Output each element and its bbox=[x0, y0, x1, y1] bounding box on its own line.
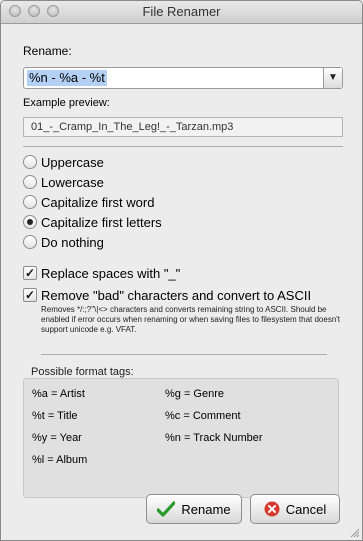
dropdown-arrow-icon[interactable]: ▼ bbox=[323, 68, 342, 88]
checkmark-icon[interactable]: ✓ bbox=[23, 266, 37, 280]
close-window-button[interactable] bbox=[9, 5, 21, 17]
remove-bad-chars-description: Removes */:;?"\|<> characters and conver… bbox=[41, 305, 341, 334]
radio-button-icon[interactable] bbox=[23, 175, 37, 189]
checkbox-label: Replace spaces with "_" bbox=[41, 266, 181, 281]
radio-button-selected-icon[interactable] bbox=[23, 215, 37, 229]
title-bar: File Renamer bbox=[1, 1, 362, 24]
format-tag: %c = Comment bbox=[165, 410, 241, 422]
rename-button[interactable]: Rename bbox=[146, 494, 242, 524]
file-renamer-window: File Renamer Rename: %n - %a - %t ▼ Exam… bbox=[0, 0, 363, 541]
cancel-red-icon bbox=[264, 501, 280, 517]
checkmark-icon[interactable]: ✓ bbox=[23, 288, 37, 302]
rename-pattern-combobox[interactable]: %n - %a - %t ▼ bbox=[23, 67, 343, 89]
radio-button-icon[interactable] bbox=[23, 195, 37, 209]
preview-label: Example preview: bbox=[23, 97, 110, 109]
dialog-content: Rename: %n - %a - %t ▼ Example preview: … bbox=[1, 24, 362, 540]
cancel-button[interactable]: Cancel bbox=[250, 494, 340, 524]
format-tag: %t = Title bbox=[32, 410, 78, 422]
rename-label: Rename: bbox=[23, 44, 72, 58]
preview-field: 01_-_Cramp_In_The_Leg!_-_Tarzan.mp3 bbox=[23, 117, 343, 137]
minimize-window-button[interactable] bbox=[28, 5, 40, 17]
radio-label: Uppercase bbox=[41, 155, 104, 170]
checkmark-green-icon bbox=[157, 501, 176, 517]
radio-label: Capitalize first letters bbox=[41, 215, 162, 230]
zoom-window-button[interactable] bbox=[47, 5, 59, 17]
window-title: File Renamer bbox=[142, 4, 221, 19]
divider bbox=[41, 354, 327, 355]
format-tag: %l = Album bbox=[32, 454, 88, 466]
radio-button-icon[interactable] bbox=[23, 235, 37, 249]
format-tag: %g = Genre bbox=[165, 388, 225, 400]
rename-button-label: Rename bbox=[181, 501, 231, 517]
format-tag: %y = Year bbox=[32, 432, 82, 444]
format-tags-header: Possible format tags: bbox=[31, 366, 134, 378]
radio-label: Do nothing bbox=[41, 235, 104, 250]
rename-pattern-value[interactable]: %n - %a - %t bbox=[27, 70, 107, 86]
format-tag: %a = Artist bbox=[32, 388, 85, 400]
radio-button-icon[interactable] bbox=[23, 155, 37, 169]
radio-label: Lowercase bbox=[41, 175, 104, 190]
checkbox-label: Remove "bad" characters and convert to A… bbox=[41, 288, 312, 303]
cancel-button-label: Cancel bbox=[285, 501, 327, 517]
radio-label: Capitalize first word bbox=[41, 195, 155, 210]
format-tag: %n = Track Number bbox=[165, 432, 263, 444]
window-controls bbox=[9, 5, 59, 17]
divider bbox=[23, 146, 343, 147]
resize-grip-icon[interactable] bbox=[350, 528, 360, 538]
